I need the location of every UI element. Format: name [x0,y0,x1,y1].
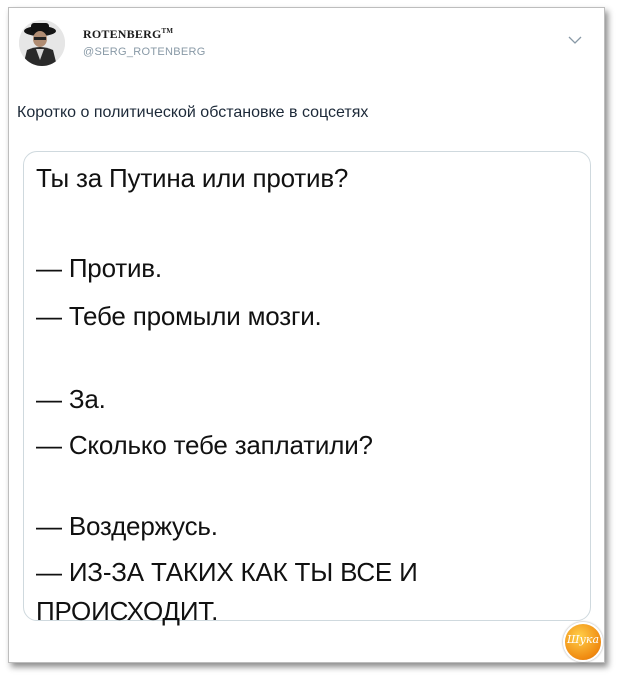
card-line-for: — За. [36,384,106,414]
avatar-image [19,20,65,66]
watermark-text: Шука [566,633,600,646]
quoted-text-card [23,151,591,621]
card-line-because: — ИЗ-ЗА ТАКИХ КАК ТЫ ВСЕ И [36,557,418,587]
card-line-against: — Против. [36,253,162,283]
user-handle[interactable]: @SERG_ROTENBERG [83,46,206,58]
chevron-down-icon[interactable] [567,33,583,45]
card-question: Ты за Путина или против? [36,163,349,193]
card-line-abstain: — Воздержусь. [36,511,218,541]
tweet-text: Коротко о политической обстановке в соцс… [17,104,369,121]
avatar[interactable] [19,20,65,66]
card-line-happens: ПРОИСХОДИТ. [36,596,219,626]
display-name[interactable]: ROTENBERGTM [83,27,173,42]
card-line-paid: — Сколько тебе заплатили? [36,430,373,460]
watermark-badge: Шука [563,622,603,662]
card-line-brainwashed: — Тебе промыли мозги. [36,301,322,331]
trademark-mark: TM [161,27,174,35]
